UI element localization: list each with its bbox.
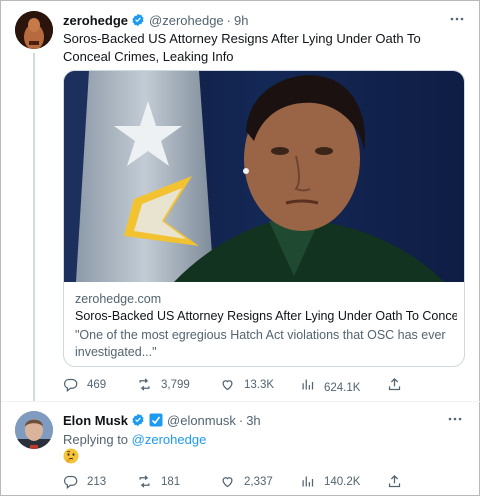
timestamp[interactable]: 3h: [246, 413, 260, 428]
divider: [1, 401, 480, 402]
reply-icon: [63, 475, 78, 489]
thinking-face-icon: [63, 448, 79, 464]
separator: ·: [238, 412, 244, 428]
retweet-icon: [139, 378, 150, 391]
views-count: 140.2K: [324, 475, 361, 488]
tweet-header: Elon Musk @elonmusk · 3h: [63, 412, 261, 428]
reply-button[interactable]: 213: [63, 474, 106, 489]
replying-prefix: Replying to: [63, 432, 129, 447]
verified-badge-icon: [131, 13, 145, 27]
avatar[interactable]: [15, 11, 53, 49]
views-button[interactable]: 140.2K: [300, 474, 360, 489]
author-name[interactable]: zerohedge: [63, 13, 128, 28]
views-icon: [302, 476, 314, 487]
share-icon: [388, 377, 401, 391]
like-count: 2,337: [244, 475, 273, 488]
timestamp[interactable]: 9h: [234, 13, 248, 28]
link-card[interactable]: zerohedge.com Soros-Backed US Attorney R…: [63, 70, 465, 367]
affiliate-badge-icon[interactable]: [149, 413, 163, 427]
card-description: "One of the most egregious Hatch Act vio…: [75, 328, 446, 359]
reply-icon: [63, 378, 78, 392]
separator: ·: [226, 12, 231, 28]
replying-to-link[interactable]: @zerohedge: [132, 432, 207, 447]
retweet-button[interactable]: 181: [137, 474, 180, 489]
share-button[interactable]: [387, 377, 411, 392]
tweet-header: zerohedge @zerohedge · 9h: [63, 12, 248, 28]
reply-count: 213: [87, 475, 107, 488]
retweet-icon: [139, 475, 150, 488]
like-count: 13.3K: [244, 378, 275, 391]
more-options-icon[interactable]: [449, 11, 465, 27]
tweet[interactable]: zerohedge @zerohedge · 9h Soros-Backed U…: [1, 1, 480, 401]
reply-count: 469: [87, 378, 107, 391]
retweet-button[interactable]: 3,799: [137, 377, 190, 392]
replying-to: Replying to @zerohedge: [63, 432, 206, 447]
thread-line: [33, 53, 35, 401]
author-handle[interactable]: @zerohedge: [149, 13, 224, 28]
tweet-thread: zerohedge @zerohedge · 9h Soros-Backed U…: [0, 0, 480, 496]
retweet-count: 3,799: [161, 378, 190, 391]
author-name[interactable]: Elon Musk: [63, 413, 128, 428]
reply-button[interactable]: 469: [63, 377, 106, 392]
heart-icon: [222, 477, 233, 488]
tweet-text: Soros-Backed US Attorney Resigns After L…: [63, 31, 421, 64]
like-button[interactable]: 13.3K: [220, 377, 274, 392]
views-button[interactable]: 624.1K: [300, 377, 361, 394]
card-image: [64, 71, 464, 282]
more-options-icon[interactable]: [447, 411, 463, 427]
avatar[interactable]: [15, 411, 53, 449]
views-icon: [302, 379, 314, 390]
card-domain: zerohedge.com: [75, 292, 162, 306]
share-icon: [388, 474, 401, 488]
share-button[interactable]: [387, 474, 411, 489]
views-count: 624.1K: [324, 381, 361, 394]
verified-badge-icon: [131, 413, 145, 427]
card-title: Soros-Backed US Attorney Resigns After L…: [75, 309, 457, 323]
retweet-count: 181: [161, 475, 181, 488]
like-button[interactable]: 2,337: [220, 474, 273, 489]
author-handle[interactable]: @elonmusk: [167, 413, 236, 428]
heart-icon: [222, 380, 233, 391]
